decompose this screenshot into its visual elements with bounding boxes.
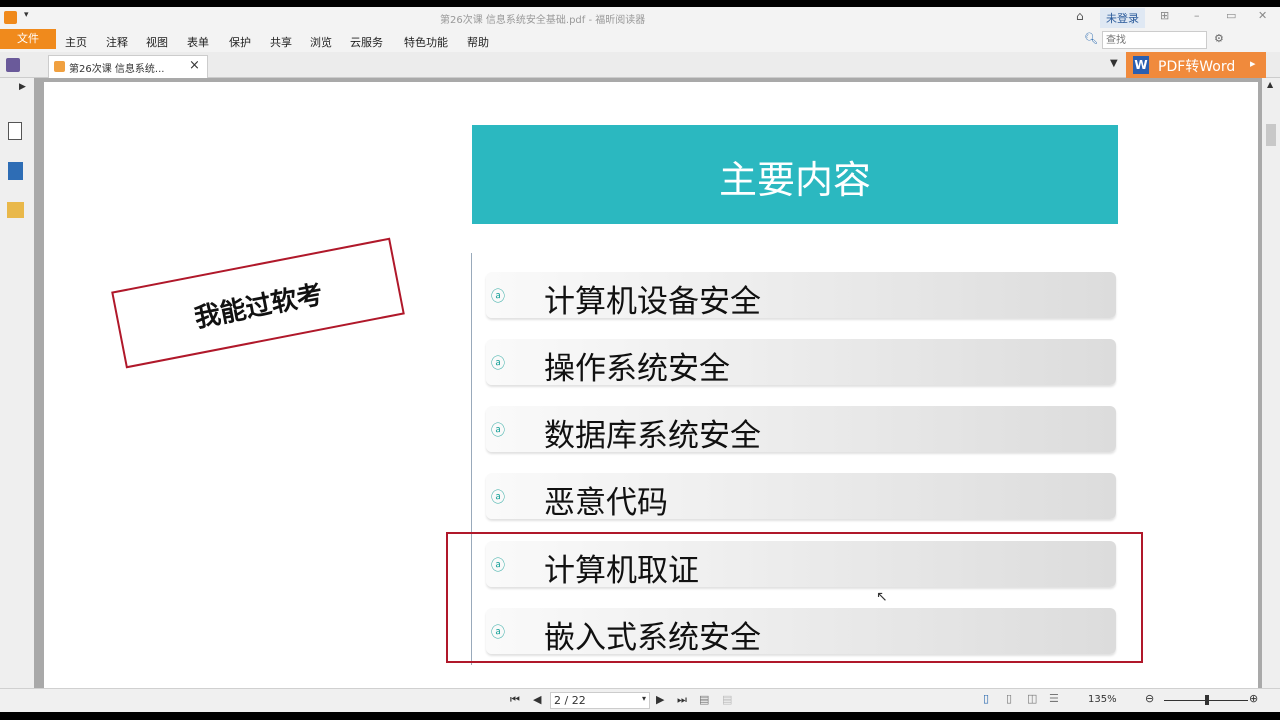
single-page-icon[interactable]: ▯: [983, 692, 989, 705]
list-item-text: 数据库系统安全: [544, 418, 761, 454]
scroll-thumb[interactable]: [1266, 124, 1276, 146]
menu-browse[interactable]: 浏览: [310, 34, 332, 50]
pdf-file-icon: [54, 61, 65, 72]
minimize-button[interactable]: –: [1194, 9, 1200, 22]
tab-bar: 第26次课 信息系统... × ▼ W PDF转Word ▸: [0, 52, 1280, 78]
menu-protect[interactable]: 保护: [229, 34, 251, 50]
search-input[interactable]: [1102, 31, 1207, 49]
view2-icon[interactable]: ▤: [722, 693, 732, 706]
quick-access-dropdown-icon[interactable]: ▾: [24, 10, 29, 20]
menu-comment[interactable]: 注释: [106, 34, 128, 50]
continuous-icon[interactable]: ▯: [1006, 692, 1012, 705]
first-page-button[interactable]: ⏮: [510, 693, 520, 707]
mouse-cursor-icon: ↖: [876, 589, 888, 605]
layout-icon[interactable]: ⊞: [1160, 9, 1169, 22]
stamp: 我能过软考: [111, 237, 405, 369]
pdf-to-word-label: PDF转Word: [1158, 59, 1236, 75]
login-button[interactable]: 未登录: [1100, 8, 1145, 28]
bullet-icon: ⓐ: [491, 490, 505, 506]
zoom-level[interactable]: 135%: [1088, 694, 1117, 705]
facing-icon[interactable]: ◫: [1027, 692, 1037, 705]
tab-close-button[interactable]: ×: [189, 58, 200, 73]
list-item-text: 计算机设备安全: [544, 284, 761, 320]
list-item-text: 操作系统安全: [544, 351, 730, 387]
zoom-in-button[interactable]: ⊕: [1249, 692, 1258, 705]
next-page-button[interactable]: ▶: [656, 693, 664, 706]
word-icon: W: [1133, 56, 1149, 74]
app-logo-icon: [4, 11, 17, 24]
page-thumbnail-icon[interactable]: [8, 122, 22, 140]
menu-bar: 文件 主页 注释 视图 表单 保护 共享 浏览 云服务 特色功能 帮助 🔍︎ ⚙: [0, 29, 1280, 52]
continuous-facing-icon[interactable]: ☰: [1049, 692, 1059, 705]
slide-title: 主要内容: [718, 158, 871, 202]
sign-icon[interactable]: [6, 58, 20, 72]
last-page-button[interactable]: ⏭: [677, 693, 687, 707]
tab-document[interactable]: 第26次课 信息系统... ×: [48, 55, 208, 78]
list-item-text: 恶意代码: [544, 485, 668, 521]
zoom-out-button[interactable]: ⊖: [1145, 692, 1154, 705]
page-number-input[interactable]: 2 / 22 ▾: [550, 692, 650, 709]
close-window-button[interactable]: ✕: [1258, 9, 1267, 22]
menu-view[interactable]: 视图: [146, 34, 168, 50]
menu-cloud[interactable]: 云服务: [350, 34, 383, 50]
expand-panel-icon[interactable]: ▶: [19, 82, 26, 92]
bullet-icon: ⓐ: [491, 289, 505, 305]
list-item: ⓐ 数据库系统安全: [486, 406, 1116, 454]
title-bar: ▾ 第26次课 信息系统安全基础.pdf - 福昕阅读器 ⌂ 未登录 ⊞ – ▭…: [0, 7, 1280, 29]
window-title: 第26次课 信息系统安全基础.pdf - 福昕阅读器: [440, 15, 646, 26]
list-item: ⓐ 恶意代码: [486, 473, 1116, 521]
menu-form[interactable]: 表单: [187, 34, 209, 50]
menu-file[interactable]: 文件: [0, 29, 56, 49]
highlight-box: [446, 532, 1143, 663]
view-icon[interactable]: ▤: [699, 693, 709, 706]
prev-page-button[interactable]: ◀: [533, 693, 541, 706]
stamp-text: 我能过软考: [192, 279, 326, 335]
maximize-button[interactable]: ▭: [1226, 9, 1236, 22]
pdf-to-word-button[interactable]: W PDF转Word ▸: [1126, 52, 1266, 78]
menu-share[interactable]: 共享: [270, 34, 292, 50]
menu-home[interactable]: 主页: [65, 34, 87, 50]
menu-features[interactable]: 特色功能: [404, 34, 448, 50]
settings-icon[interactable]: ⚙: [1214, 32, 1224, 45]
bullet-icon: ⓐ: [491, 423, 505, 439]
status-bar: ⏮ ◀ 2 / 22 ▾ ▶ ⏭ ▤ ▤ ▯ ▯ ◫ ☰ 135% ⊖ ⊕: [0, 688, 1280, 712]
tab-label: 第26次课 信息系统...: [69, 64, 165, 75]
zoom-slider-thumb[interactable]: [1205, 695, 1209, 705]
page-dropdown-icon[interactable]: ▾: [642, 694, 646, 703]
find-icon[interactable]: 🔍︎: [1084, 32, 1098, 45]
vertical-scrollbar[interactable]: ▲: [1262, 78, 1280, 688]
list-item: ⓐ 操作系统安全: [486, 339, 1116, 387]
pdf-to-word-arrow: ▸: [1250, 57, 1256, 70]
tab-list-dropdown-icon[interactable]: ▼: [1110, 58, 1118, 69]
comments-icon[interactable]: [7, 202, 24, 218]
menu-help[interactable]: 帮助: [467, 34, 489, 50]
slide-title-banner: 主要内容: [472, 125, 1118, 224]
scroll-up-icon[interactable]: ▲: [1267, 80, 1273, 89]
skin-icon[interactable]: ⌂: [1076, 9, 1084, 23]
list-item: ⓐ 计算机设备安全: [486, 272, 1116, 320]
layers-icon[interactable]: [8, 162, 23, 180]
bullet-icon: ⓐ: [491, 356, 505, 372]
left-panel: ▶: [0, 78, 34, 688]
page-number: 2 / 22: [554, 694, 586, 707]
